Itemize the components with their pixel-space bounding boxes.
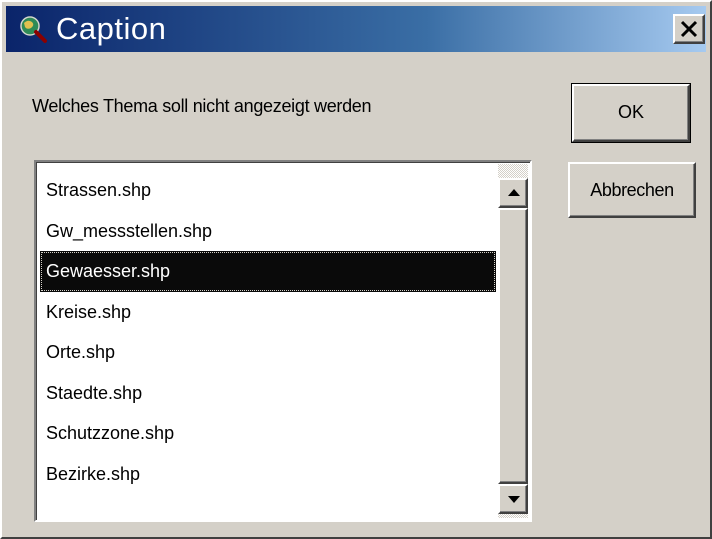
dialog-window: Caption Welches Thema soll nicht angezei… [0,0,712,539]
list-item[interactable]: Kreise.shp [40,292,496,333]
scroll-up-button[interactable] [498,178,528,208]
list-item[interactable]: Schutzzone.shp [40,413,496,454]
list-item[interactable]: Gw_messstellen.shp [40,211,496,252]
arrow-down-icon [508,496,520,503]
close-icon [680,20,698,38]
list-item[interactable]: Orte.shp [40,332,496,373]
scroll-down-button[interactable] [498,484,528,514]
window-title: Caption [56,11,167,46]
cancel-button[interactable]: Abbrechen [568,162,696,218]
list-item[interactable]: Gewaesser.shp [40,251,496,292]
close-button[interactable] [673,14,705,44]
scroll-thumb[interactable] [498,208,528,484]
arrow-up-icon [508,189,520,196]
ok-button[interactable]: OK [571,83,691,143]
theme-list: Strassen.shp Gw_messstellen.shp Gewaesser.… [40,170,496,494]
list-item[interactable]: Bezirke.shp [40,454,496,495]
magnifier-globe-icon [18,14,48,44]
vertical-scrollbar[interactable] [498,164,528,518]
list-item[interactable]: Staedte.shp [40,373,496,414]
list-item[interactable]: Strassen.shp [40,170,496,211]
title-bar[interactable]: Caption [6,6,706,52]
prompt-label: Welches Thema soll nicht angezeigt werde… [32,96,372,116]
theme-listbox[interactable]: Strassen.shp Gw_messstellen.shp Gewaesser.… [34,160,532,522]
